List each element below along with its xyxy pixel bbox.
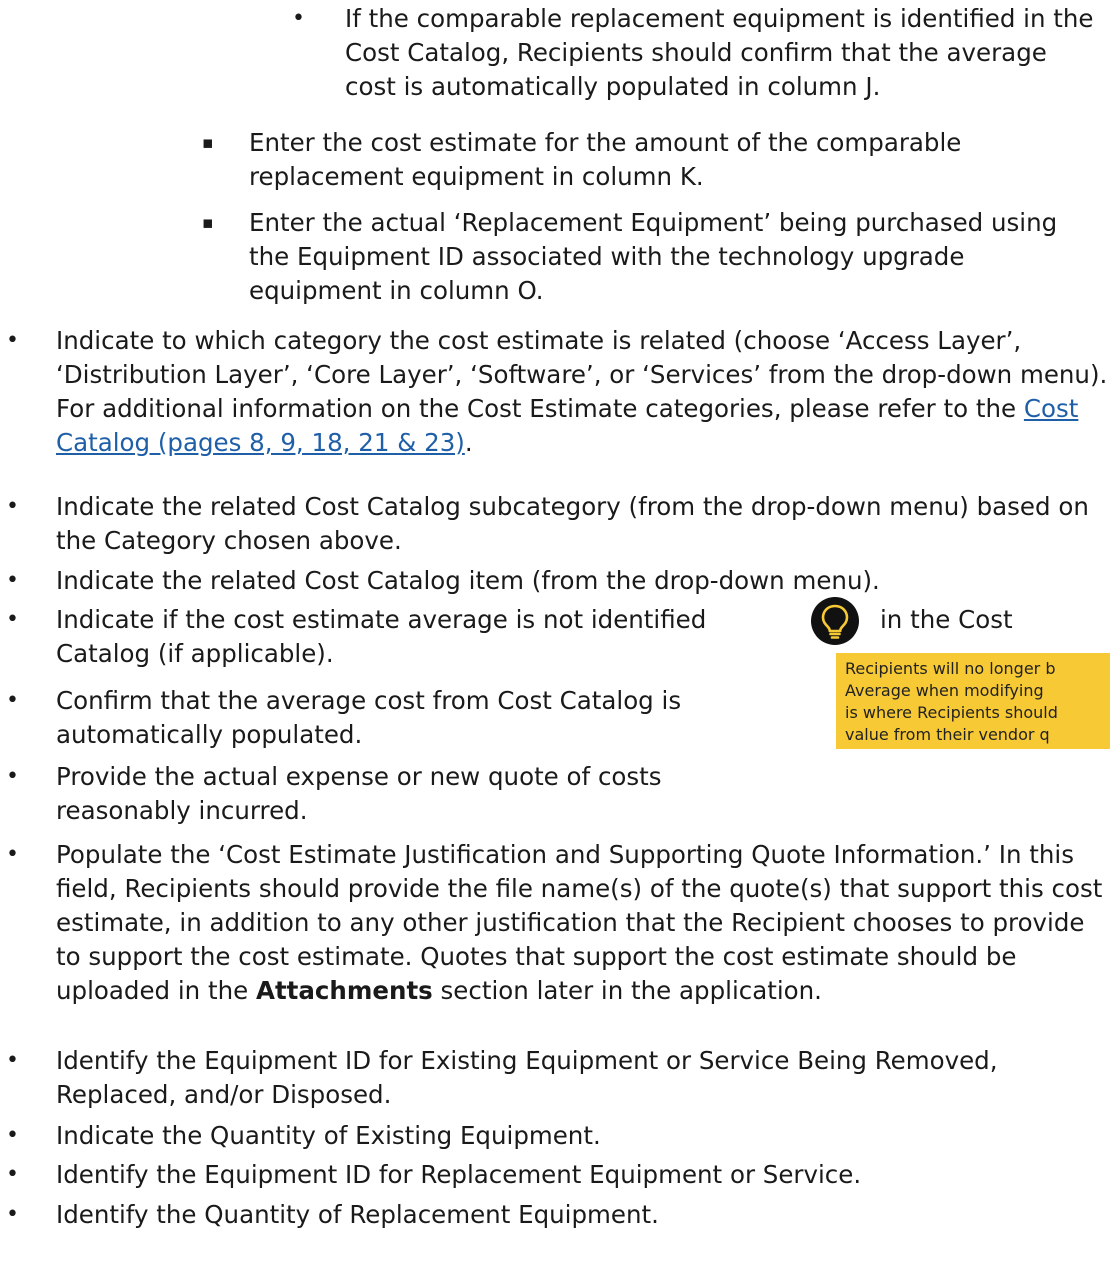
bullet: • bbox=[6, 1048, 19, 1073]
bullet: • bbox=[6, 842, 19, 867]
attachments-label: Attachments bbox=[255, 976, 433, 1005]
list-item-text: Indicate the related Cost Catalog item (… bbox=[56, 566, 880, 595]
list-item: ▪ Enter the actual ‘Replacement Equipmen… bbox=[202, 206, 1059, 308]
list-item: ▪ Enter the cost estimate for the amount… bbox=[202, 126, 1059, 194]
list-item-text: Identify the Equipment ID for Replacemen… bbox=[56, 1160, 862, 1189]
list-item: • Indicate to which category the cost es… bbox=[6, 324, 1110, 460]
list-item-text: Confirm that the average cost from Cost … bbox=[56, 686, 682, 749]
list-item: • Populate the ‘Cost Estimate Justificat… bbox=[6, 838, 1110, 1008]
list-item-text-end: section later in the application. bbox=[432, 976, 822, 1005]
tip-tooltip: Recipients will no longer b Average when… bbox=[836, 653, 1110, 749]
list-item: • Provide the actual expense or new quot… bbox=[6, 760, 796, 828]
list-item-text: Identify the Quantity of Replacement Equ… bbox=[56, 1200, 659, 1229]
list-item-text: If the comparable replacement equipment … bbox=[345, 4, 1094, 101]
list-item: • Confirm that the average cost from Cos… bbox=[6, 684, 796, 752]
bullet: • bbox=[6, 688, 19, 713]
tooltip-line: Average when modifying bbox=[845, 681, 1044, 700]
list-item-text: Indicate the Quantity of Existing Equipm… bbox=[56, 1121, 601, 1150]
list-item-text-tail: in the Cost bbox=[880, 605, 1013, 634]
list-item: • If the comparable replacement equipmen… bbox=[292, 2, 1105, 104]
list-item: • Identify the Quantity of Replacement E… bbox=[6, 1198, 1110, 1232]
bullet: • bbox=[6, 494, 19, 519]
list-item-text: Indicate to which category the cost esti… bbox=[56, 326, 1108, 423]
list-item-text: Indicate the related Cost Catalog subcat… bbox=[56, 492, 1089, 555]
list-item-text: Identify the Equipment ID for Existing E… bbox=[56, 1046, 998, 1109]
list-item-text: Provide the actual expense or new quote … bbox=[56, 762, 662, 825]
document-page: • If the comparable replacement equipmen… bbox=[0, 0, 1110, 1277]
bullet: • bbox=[6, 568, 19, 593]
bullet: • bbox=[6, 328, 19, 353]
list-item-text: Indicate if the cost estimate average is… bbox=[56, 605, 707, 634]
list-item-text-continued: Catalog (if applicable). bbox=[56, 639, 334, 668]
tooltip-line: is where Recipients should bbox=[845, 703, 1058, 722]
list-item: • Indicate the related Cost Catalog item… bbox=[6, 564, 1110, 598]
bullet: • bbox=[6, 607, 19, 632]
list-item: • Identify the Equipment ID for Existing… bbox=[6, 1044, 1110, 1112]
list-item: • Indicate the Quantity of Existing Equi… bbox=[6, 1119, 1110, 1153]
bullet: • bbox=[6, 1162, 19, 1187]
bullet: ▪ bbox=[202, 133, 214, 153]
bullet: • bbox=[292, 6, 305, 31]
tooltip-line: value from their vendor q bbox=[845, 725, 1050, 744]
bullet: ▪ bbox=[202, 213, 214, 233]
bullet: • bbox=[6, 764, 19, 789]
lightbulb-icon[interactable] bbox=[810, 596, 860, 646]
list-item-text: Enter the actual ‘Replacement Equipment’… bbox=[249, 208, 1058, 305]
list-item-text-end: . bbox=[464, 428, 473, 457]
tooltip-line: Recipients will no longer b bbox=[845, 659, 1056, 678]
bullet: • bbox=[6, 1202, 19, 1227]
bullet: • bbox=[6, 1123, 19, 1148]
list-item: • Indicate the related Cost Catalog subc… bbox=[6, 490, 1110, 558]
list-item: • Identify the Equipment ID for Replacem… bbox=[6, 1158, 1110, 1192]
list-item-text: Enter the cost estimate for the amount o… bbox=[249, 128, 962, 191]
